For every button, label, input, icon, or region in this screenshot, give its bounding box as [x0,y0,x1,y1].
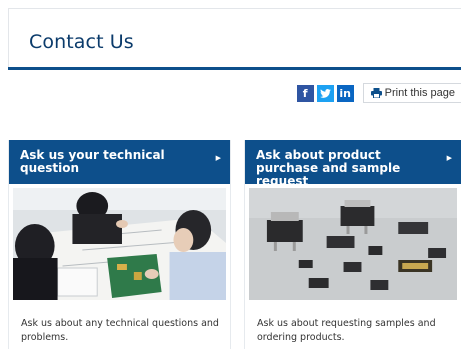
card-heading: Ask us your technical question [20,148,165,175]
product-purchase-link[interactable]: Ask about product purchase and sample re… [245,140,461,188]
printer-icon [370,88,382,98]
components-photo [249,188,457,300]
card-description: Ask us about any technical questions and… [21,318,219,343]
engineers-image-icon [13,188,226,300]
facebook-share-icon[interactable]: f [296,84,314,102]
technical-question-link[interactable]: Ask us your technical question ▶ [9,140,230,184]
card-heading: Ask about product purchase and sample re… [256,148,401,188]
product-purchase-card: Ask about product purchase and sample re… [244,140,461,349]
linkedin-share-icon[interactable]: in [336,84,354,102]
caret-right-icon: ▶ [215,154,221,162]
page-title: Contact Us [29,31,134,53]
twitter-share-icon[interactable] [316,84,334,102]
print-button[interactable]: Print this page [362,83,461,103]
components-image-icon [249,188,457,300]
share-toolbar: f in Print this page [296,83,461,103]
print-label: Print this page [384,87,455,99]
twitter-bird-icon [319,88,331,98]
page-header: Contact Us [8,8,461,70]
card-description: Ask us about requesting samples and orde… [257,318,436,343]
engineers-photo [13,188,226,300]
header-divider [8,67,461,70]
caret-right-icon: ▶ [446,154,452,162]
technical-question-card: Ask us your technical question ▶ Ask us … [8,140,231,349]
